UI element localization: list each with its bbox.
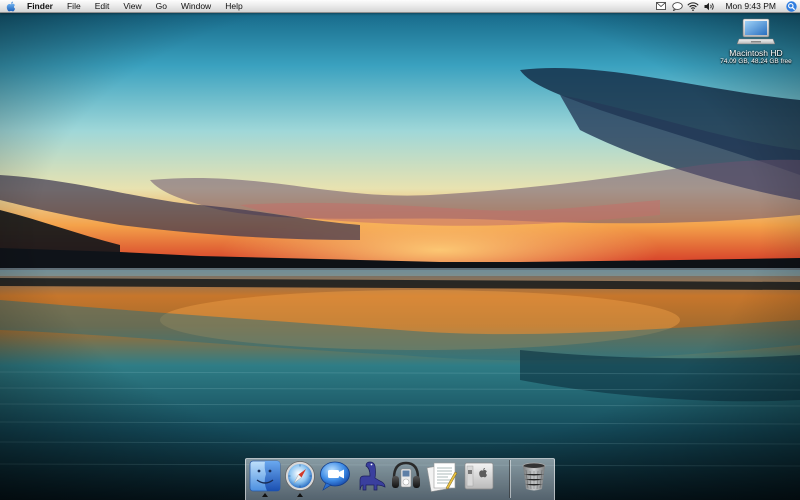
hard-drive-icon <box>716 18 796 48</box>
dock-item-ichat[interactable] <box>318 460 352 496</box>
spotlight-search-icon[interactable] <box>784 0 798 12</box>
menu-go[interactable]: Go <box>149 0 174 12</box>
wifi-icon[interactable] <box>686 0 700 12</box>
dock-item-textedit[interactable] <box>425 460 459 496</box>
pages-document-icon <box>426 462 458 492</box>
running-indicator <box>262 493 268 497</box>
volume-icon[interactable] <box>702 0 716 12</box>
desktop: Finder File Edit View Go Window Help Mon… <box>0 0 800 500</box>
dock-separator <box>509 460 510 498</box>
finder-icon <box>249 460 281 492</box>
dock-item-trash[interactable] <box>517 460 551 496</box>
dock-item-finder[interactable] <box>248 460 282 497</box>
drive-name-label: Macintosh HD <box>729 48 783 58</box>
ichat-status-icon[interactable] <box>670 0 684 12</box>
apple-logo-icon[interactable] <box>0 0 22 12</box>
menu-window[interactable]: Window <box>174 0 218 12</box>
macintosh-hd-desktop-icon[interactable]: Macintosh HD 74.09 GB, 48.24 GB free <box>716 18 796 66</box>
safari-compass-icon <box>285 461 315 491</box>
menu-bar-clock[interactable]: Mon 9:43 PM <box>717 0 784 12</box>
running-indicator <box>297 493 303 497</box>
menu-view[interactable]: View <box>116 0 148 12</box>
desktop-wallpaper <box>0 0 800 500</box>
ichat-bubble-icon <box>320 461 350 491</box>
dock-item-safari[interactable] <box>283 460 317 497</box>
menu-bar: Finder File Edit View Go Window Help Mon… <box>0 0 800 13</box>
dock-item-dashcode[interactable] <box>353 460 387 496</box>
menu-finder[interactable]: Finder <box>22 0 60 12</box>
dinosaur-icon <box>359 461 386 491</box>
menu-help[interactable]: Help <box>218 0 249 12</box>
dock <box>245 456 555 500</box>
trash-can-icon <box>522 462 546 491</box>
mail-icon[interactable] <box>654 0 668 12</box>
dock-item-itunes[interactable] <box>389 460 423 496</box>
menu-file[interactable]: File <box>60 0 88 12</box>
headphones-icon <box>392 461 420 488</box>
menu-edit[interactable]: Edit <box>88 0 117 12</box>
drive-capacity-label: 74.09 GB, 48.24 GB free <box>720 58 792 65</box>
apple-panel-icon <box>464 462 494 490</box>
dock-item-system-preferences[interactable] <box>462 460 496 496</box>
